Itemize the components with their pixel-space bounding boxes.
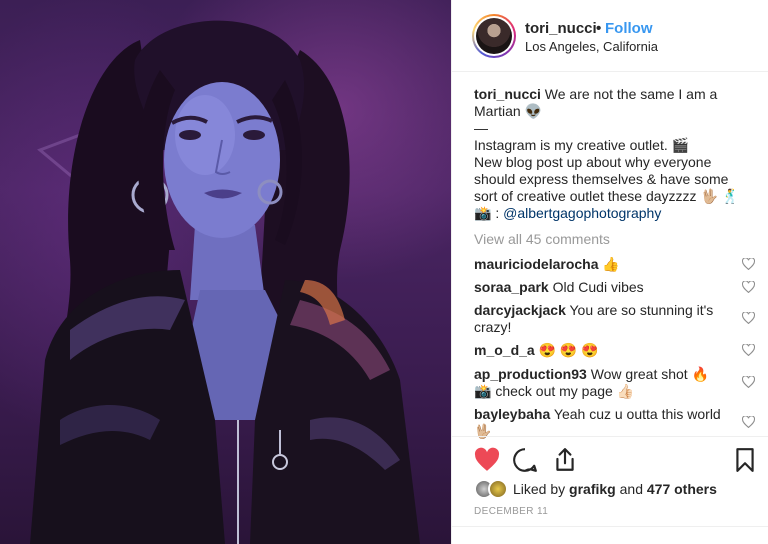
comment-username[interactable]: bayleybaha — [474, 406, 550, 422]
comment-item: ap_production93 Wow great shot 🔥 📸 check… — [474, 366, 734, 400]
comment-item: mauriciodelarocha 👍 — [474, 256, 734, 273]
post-header: tori_nucci • Follow Los Angeles, Califor… — [452, 0, 768, 72]
comment-username[interactable]: m_o_d_a — [474, 342, 535, 358]
comment-box-divider — [452, 526, 768, 527]
avatar[interactable] — [472, 14, 516, 58]
caption: tori_nucci We are not the same I am a Ma… — [474, 86, 754, 222]
comment-text: Yeah cuz u outta this world — [553, 406, 721, 422]
liked-by-others-link[interactable]: 477 others — [647, 481, 717, 497]
liked-by-prefix: Liked by — [513, 481, 566, 497]
comment-text-continued: 📸 check out my page 👍🏻 — [474, 383, 635, 399]
post-photo[interactable] — [0, 0, 451, 544]
comment-like-heart-icon[interactable] — [742, 344, 755, 356]
share-icon[interactable] — [552, 447, 578, 473]
photo-illustration — [30, 20, 420, 544]
comment-item: darcyjackjack You are so stunning it's c… — [474, 302, 734, 336]
post-actions: Liked by grafikg and 477 others DECEMBER… — [452, 436, 768, 517]
caption-line: Martian 👽 — [474, 103, 543, 119]
comment-like-heart-icon[interactable] — [742, 376, 755, 388]
location-link[interactable]: Los Angeles, California — [525, 39, 658, 54]
header-separator: • — [596, 20, 602, 37]
post-side-panel: tori_nucci • Follow Los Angeles, Califor… — [451, 0, 768, 544]
comment-username[interactable]: ap_production93 — [474, 366, 587, 382]
caption-line: We are not the same I am a — [544, 86, 718, 102]
caption-line: sort of creative outlet these dayzzzz 🖖🏼… — [474, 188, 740, 204]
comment-text: Old Cudi vibes — [552, 279, 644, 295]
liked-by-avatars[interactable] — [474, 479, 510, 499]
liked-by-and: and — [619, 481, 643, 497]
comment-text: You are so stunning it's — [569, 302, 714, 318]
comment-like-heart-icon[interactable] — [742, 258, 755, 270]
caption-line: 📸 : — [474, 205, 504, 221]
comment-like-heart-icon[interactable] — [742, 312, 755, 324]
post-date[interactable]: DECEMBER 11 — [474, 506, 548, 517]
comment-username[interactable]: mauriciodelarocha — [474, 256, 599, 272]
comment-item: bayleybaha Yeah cuz u outta this world 🖖… — [474, 406, 734, 440]
comment-like-heart-icon[interactable] — [742, 281, 755, 293]
view-all-comments-link[interactable]: View all 45 comments — [474, 231, 610, 247]
comment-like-heart-icon[interactable] — [742, 416, 755, 428]
caption-line: — — [474, 120, 488, 136]
header-username[interactable]: tori_nucci — [525, 20, 597, 37]
comment-text: Wow great shot 🔥 — [590, 366, 710, 382]
caption-line: Instagram is my creative outlet. 🎬 — [474, 137, 690, 153]
comment-text: 👍 — [602, 256, 620, 272]
comment-text: 😍 😍 😍 — [538, 342, 599, 358]
caption-line: New blog post up about why everyone — [474, 154, 712, 170]
comment-text-continued: crazy! — [474, 319, 512, 335]
heart-filled-icon[interactable] — [474, 447, 500, 473]
caption-line: should express themselves & have some — [474, 171, 729, 187]
caption-username[interactable]: tori_nucci — [474, 86, 541, 102]
bookmark-icon[interactable] — [732, 447, 758, 473]
photographer-mention-link[interactable]: @albertgagophotography — [503, 205, 661, 221]
follow-button[interactable]: Follow — [605, 20, 653, 37]
comment-username[interactable]: soraa_park — [474, 279, 549, 295]
comment-username[interactable]: darcyjackjack — [474, 302, 566, 318]
comment-icon[interactable] — [512, 447, 538, 473]
comment-item: soraa_park Old Cudi vibes — [474, 279, 734, 296]
liked-by-text: Liked by grafikg and 477 others — [513, 481, 717, 497]
liked-by-user-link[interactable]: grafikg — [569, 481, 616, 497]
comment-item: m_o_d_a 😍 😍 😍 — [474, 342, 734, 359]
